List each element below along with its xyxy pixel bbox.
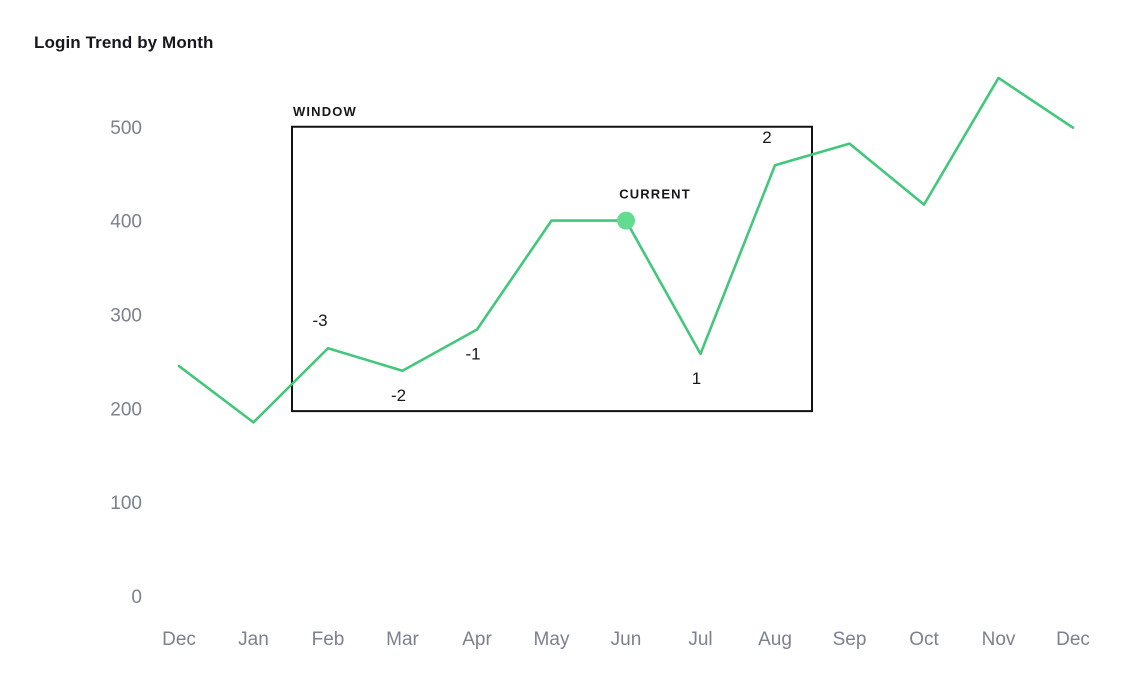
window-region-label: WINDOW [293, 104, 357, 119]
x-axis-tick: Dec [1056, 629, 1090, 650]
x-axis-tick: Nov [982, 629, 1016, 650]
current-point-label: CURRENT [619, 187, 691, 202]
point-annotation-label: -3 [312, 311, 327, 330]
point-annotation-label: 1 [692, 369, 701, 388]
x-axis-tick: Jan [238, 629, 269, 650]
series-line-logins [177, 76, 1075, 424]
x-axis-tick: Sep [833, 629, 867, 650]
x-axis-tick: Feb [312, 629, 345, 650]
y-axis-tick-labels: 0 100 200 300 400 500 [110, 118, 142, 608]
line-chart-plot: 0 100 200 300 400 500 Dec Jan Feb Mar Apr May Jun Ju… [110, 76, 1090, 650]
y-axis-tick: 400 [110, 212, 142, 233]
x-axis-tick: Jun [611, 629, 642, 650]
y-axis-tick: 0 [131, 587, 142, 608]
x-axis-tick: Aug [758, 629, 792, 650]
y-axis-tick: 300 [110, 305, 142, 326]
x-axis-tick-labels: Dec Jan Feb Mar Apr May Jun Jul Aug Sep Oct Nov Dec [162, 629, 1090, 650]
y-axis-tick: 100 [110, 493, 142, 514]
point-annotation-label: 2 [762, 128, 771, 147]
x-axis-tick: Dec [162, 629, 196, 650]
chart-card: Login Trend by Month 0 100 200 300 400 500 De… [0, 0, 1134, 696]
y-axis-tick: 200 [110, 399, 142, 420]
x-axis-tick: Apr [462, 629, 492, 650]
x-axis-tick: Mar [386, 629, 419, 650]
x-axis-tick: Jul [688, 629, 712, 650]
point-annotation-label: -2 [391, 386, 406, 405]
x-axis-tick: May [534, 629, 570, 650]
point-annotation-label: -1 [465, 344, 480, 363]
x-axis-tick: Oct [909, 629, 939, 650]
current-point-marker[interactable] [617, 211, 635, 230]
y-axis-tick: 500 [110, 118, 142, 139]
